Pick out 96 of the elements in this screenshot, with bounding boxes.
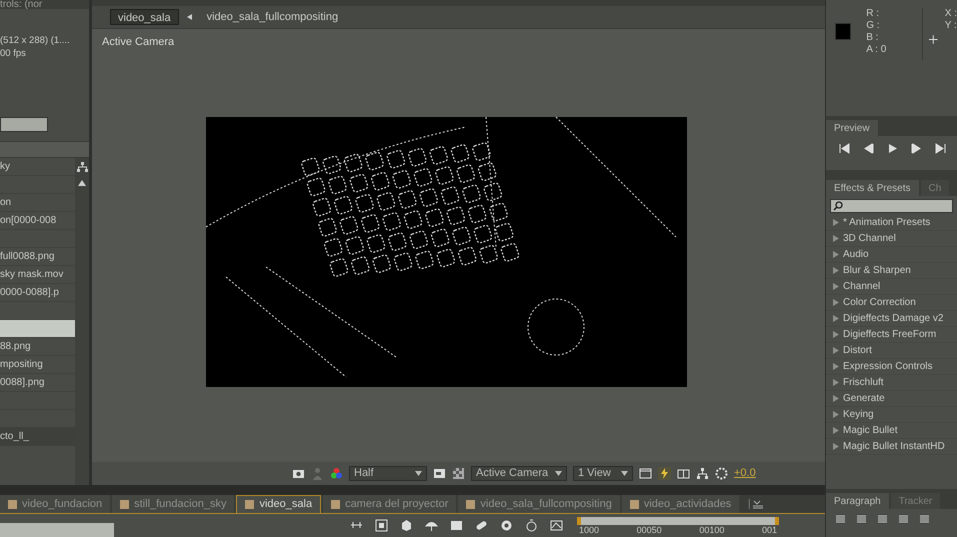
cube-icon[interactable] <box>400 519 413 532</box>
expand-triangle-icon[interactable] <box>833 251 839 258</box>
panel-title: trols: (nor <box>0 0 42 9</box>
effect-category[interactable]: Blur & Sharpen <box>826 263 957 279</box>
composition-tab[interactable]: video_fundacion <box>0 495 110 513</box>
expand-triangle-icon[interactable] <box>833 267 839 274</box>
stopwatch-icon[interactable] <box>525 519 538 532</box>
effect-category[interactable]: Channel <box>826 279 957 295</box>
breadcrumb-arrow-icon <box>186 14 192 20</box>
effect-category[interactable]: Color Correction <box>826 295 957 311</box>
search-icon <box>833 201 843 211</box>
camera-icon[interactable] <box>292 467 305 480</box>
work-area-bar[interactable] <box>577 516 779 524</box>
search-field[interactable] <box>0 522 114 536</box>
coordinate-readout: X : <box>944 8 957 20</box>
expand-triangle-icon[interactable] <box>833 427 839 434</box>
preview-tab[interactable]: Preview <box>826 120 878 136</box>
breadcrumb-tab[interactable]: video_sala <box>110 9 179 25</box>
step-forward-icon[interactable] <box>910 142 923 155</box>
expand-triangle-icon[interactable] <box>833 411 839 418</box>
effect-category[interactable]: Audio <box>826 247 957 263</box>
ruler-label: 00100 <box>699 524 724 536</box>
panel-menu-icon[interactable] <box>749 499 764 509</box>
footage-info-text: 00 fps <box>0 47 27 60</box>
flowchart-icon[interactable] <box>696 467 709 480</box>
composition-tab[interactable]: video_actividades <box>622 495 740 513</box>
caret-icon <box>621 471 628 476</box>
composition-tab[interactable]: camera del proyector <box>323 495 456 513</box>
window-icon[interactable] <box>639 467 652 480</box>
effect-category[interactable]: Digieffects FreeForm <box>826 327 957 343</box>
play-icon[interactable] <box>886 142 899 155</box>
scroll-up-icon[interactable] <box>78 180 86 186</box>
effect-category[interactable]: * Animation Presets <box>826 215 957 231</box>
channel-readout: A : 0 <box>866 44 888 56</box>
skip-back-icon[interactable] <box>838 142 851 155</box>
crosshair-icon <box>929 35 938 44</box>
book-icon[interactable] <box>677 467 690 480</box>
color-swatch <box>835 23 852 40</box>
effect-category[interactable]: Generate <box>826 391 957 407</box>
film-icon[interactable] <box>450 519 463 532</box>
composition-tab[interactable]: video_sala <box>236 495 322 513</box>
graph-editor-icon[interactable] <box>550 519 563 532</box>
composition-tab[interactable]: video_sala_fullcompositing <box>458 495 620 513</box>
footage-info-text: (512 x 288) (1.... <box>0 34 71 47</box>
expand-triangle-icon[interactable] <box>833 443 839 450</box>
umbrella-icon[interactable] <box>425 519 438 532</box>
effect-category[interactable]: 3D Channel <box>826 231 957 247</box>
expand-triangle-icon[interactable] <box>833 219 839 226</box>
effect-category[interactable]: Magic Bullet <box>826 423 957 439</box>
effect-category[interactable]: Digieffects Damage v2 <box>826 311 957 327</box>
frame-icon[interactable] <box>375 519 388 532</box>
panel-tab[interactable]: Paragraph <box>826 493 889 509</box>
scrollbar[interactable] <box>75 158 89 485</box>
view-label: Active Camera <box>102 35 174 50</box>
view-layout-dropdown[interactable]: 1 View <box>573 466 633 481</box>
effects-search-field[interactable] <box>830 199 953 213</box>
flowchart-icon[interactable] <box>76 162 88 172</box>
expand-triangle-icon[interactable] <box>833 395 839 402</box>
project-item[interactable]: cto_ll_ <box>0 428 75 446</box>
channel-readout: G : <box>866 20 881 32</box>
caret-icon <box>415 471 422 476</box>
expand-triangle-icon[interactable] <box>833 299 839 306</box>
aperture-icon[interactable] <box>715 467 728 480</box>
ruler-label: 1000 <box>579 524 600 536</box>
exposure-value[interactable]: +0.0 <box>734 465 756 482</box>
effect-category[interactable]: Keying <box>826 407 957 423</box>
effect-category[interactable]: Expression Controls <box>826 359 957 375</box>
project-item[interactable] <box>0 320 75 338</box>
step-back-icon[interactable] <box>862 142 875 155</box>
composition-tab[interactable]: still_fundacion_sky <box>112 495 234 513</box>
skip-forward-icon[interactable] <box>934 142 947 155</box>
panel-tab[interactable]: Effects & Presets <box>826 180 919 196</box>
camera-dropdown[interactable]: Active Camera <box>471 466 567 481</box>
effect-category[interactable]: Frischluft <box>826 375 957 391</box>
resolution-dropdown[interactable]: Half <box>349 466 427 481</box>
expand-triangle-icon[interactable] <box>833 283 839 290</box>
expand-triangle-icon[interactable] <box>833 347 839 354</box>
breadcrumb-tab[interactable]: video_sala_fullcompositing <box>200 9 346 25</box>
ruler-label: 001 <box>762 524 777 536</box>
region-icon[interactable] <box>433 467 446 480</box>
coordinate-readout: Y : <box>944 20 957 32</box>
channel-readout: B : <box>866 32 880 44</box>
channel-readout: R : <box>866 8 880 20</box>
effect-category[interactable]: Magic Bullet InstantHD <box>826 439 957 455</box>
checkerboard-icon[interactable] <box>452 467 465 480</box>
expand-triangle-icon[interactable] <box>833 315 839 322</box>
lightning-icon[interactable] <box>658 467 671 480</box>
ruler-label: 00050 <box>636 524 662 536</box>
expand-triangle-icon[interactable] <box>833 379 839 386</box>
expand-triangle-icon[interactable] <box>833 235 839 242</box>
effect-category[interactable]: Distort <box>826 343 957 359</box>
caret-icon <box>555 471 562 476</box>
expand-triangle-icon[interactable] <box>833 363 839 370</box>
rgb-circles-icon[interactable] <box>330 467 343 480</box>
eye-icon[interactable] <box>500 519 513 532</box>
expand-triangle-icon[interactable] <box>833 331 839 338</box>
